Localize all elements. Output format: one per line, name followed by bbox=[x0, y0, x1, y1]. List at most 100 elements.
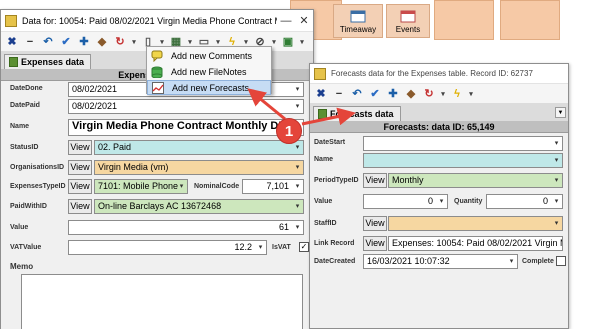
chevron-down-icon[interactable]: ▼ bbox=[555, 107, 566, 118]
minus-icon[interactable]: − bbox=[331, 86, 347, 102]
statusid-label: StatusID bbox=[10, 144, 39, 151]
menu-item-add-filenotes[interactable]: Add new FileNotes bbox=[147, 64, 271, 79]
organisations-view-button[interactable]: View bbox=[68, 160, 92, 175]
chevron-down-icon[interactable]: ▾ bbox=[467, 86, 475, 102]
linkrecord-view-button[interactable]: View bbox=[363, 236, 387, 251]
chevron-down-icon[interactable]: ▾ bbox=[292, 221, 303, 234]
status-view-button[interactable]: View bbox=[68, 140, 92, 155]
chevron-down-icon[interactable]: ▾ bbox=[292, 180, 303, 193]
chevron-down-icon[interactable]: ▾ bbox=[551, 217, 562, 230]
tab-forecasts-data[interactable]: Forecasts data bbox=[313, 106, 401, 121]
value-label: Value bbox=[10, 224, 29, 231]
expenses-titlebar[interactable]: Data for: 10054: Paid 08/02/2021 Virgin … bbox=[1, 10, 313, 32]
timeaway-button[interactable]: Timeaway bbox=[333, 4, 383, 38]
forecast-name-field[interactable]: ▾ bbox=[363, 153, 563, 168]
forecast-value-field[interactable]: 0 ▾ bbox=[363, 194, 448, 209]
app-icon bbox=[5, 14, 17, 27]
isvat-checkbox[interactable]: ✓ bbox=[299, 242, 309, 252]
periodtype-view-button[interactable]: View bbox=[363, 173, 387, 188]
nominalcode-label: NominalCode bbox=[194, 183, 240, 190]
periodtypeid-label: PeriodTypeID bbox=[314, 177, 359, 184]
undo-arrow-icon[interactable]: ↶ bbox=[40, 34, 56, 50]
events-label: Events bbox=[395, 24, 421, 34]
undo-arrow-icon[interactable]: ↶ bbox=[349, 86, 365, 102]
datedone-label: DateDone bbox=[10, 85, 43, 92]
refresh-icon[interactable]: ↻ bbox=[421, 86, 437, 102]
name-field[interactable]: Virgin Media Phone Contract Monthly DD bbox=[68, 119, 304, 136]
forecasts-tabrow: Forecasts data ▼ bbox=[310, 104, 568, 121]
chevron-down-icon[interactable]: ▾ bbox=[439, 86, 447, 102]
export-icon[interactable]: ▣ bbox=[280, 34, 296, 50]
tab-label: Expenses data bbox=[21, 57, 85, 67]
delete-icon[interactable]: ✖ bbox=[4, 34, 20, 50]
menu-item-add-forecasts[interactable]: Add new Forecasts bbox=[147, 80, 271, 95]
chevron-down-icon[interactable]: ▾ bbox=[551, 174, 562, 187]
forecasts-icon bbox=[152, 81, 164, 94]
delete-icon[interactable]: ✖ bbox=[313, 86, 329, 102]
app-icon bbox=[314, 67, 326, 80]
chevron-down-icon[interactable]: ▾ bbox=[298, 34, 306, 50]
chevron-down-icon[interactable]: ▾ bbox=[130, 34, 138, 50]
chevron-down-icon[interactable]: ▾ bbox=[551, 154, 562, 167]
save-check-icon[interactable]: ✔ bbox=[58, 34, 74, 50]
forecasts-titlebar[interactable]: Forecasts data for the Expenses table. R… bbox=[310, 64, 568, 84]
memo-textarea[interactable] bbox=[21, 274, 303, 329]
save-check-icon[interactable]: ✔ bbox=[367, 86, 383, 102]
chevron-down-icon[interactable]: ▾ bbox=[551, 195, 562, 208]
datecreated-field[interactable]: 16/03/2021 10:07:32 ▾ bbox=[363, 254, 518, 269]
chevron-down-icon[interactable]: ▾ bbox=[292, 161, 303, 174]
menu-item-add-comments[interactable]: Add new Comments bbox=[147, 48, 271, 63]
chevron-down-icon[interactable]: ▾ bbox=[176, 180, 187, 193]
refresh-icon[interactable]: ↻ bbox=[112, 34, 128, 50]
lightning-icon[interactable]: ϟ bbox=[449, 86, 465, 102]
expenses-window-title: Data for: 10054: Paid 08/02/2021 Virgin … bbox=[22, 15, 277, 26]
close-icon[interactable]: ✕ bbox=[295, 14, 313, 27]
datepaid-field[interactable]: 08/02/2021 ▾ bbox=[68, 99, 304, 114]
staff-view-button[interactable]: View bbox=[363, 216, 387, 231]
status-select[interactable]: 02. Paid ▾ bbox=[94, 140, 304, 155]
chevron-down-icon[interactable]: ▾ bbox=[506, 255, 517, 268]
eraser-icon[interactable]: ◆ bbox=[94, 34, 110, 50]
quantity-field[interactable]: 0 ▾ bbox=[486, 194, 563, 209]
chevron-down-icon[interactable]: ▾ bbox=[436, 195, 447, 208]
staff-select[interactable]: ▾ bbox=[388, 216, 563, 231]
vatvalue-field[interactable]: 12.2 ▾ bbox=[68, 240, 267, 255]
background-tile bbox=[434, 0, 494, 40]
nominalcode-field[interactable]: 7,101 ▾ bbox=[242, 179, 304, 194]
complete-checkbox[interactable] bbox=[556, 256, 566, 266]
chevron-down-icon[interactable]: ▾ bbox=[551, 137, 562, 150]
periodtype-select[interactable]: Monthly ▾ bbox=[388, 173, 563, 188]
events-icon bbox=[400, 10, 416, 22]
expensestype-select[interactable]: 7101: Mobile Phone ▾ bbox=[94, 179, 188, 194]
organisations-select[interactable]: Virgin Media (vm) ▾ bbox=[94, 160, 304, 175]
chevron-down-icon[interactable]: ▾ bbox=[292, 200, 303, 213]
organisationsid-label: OrganisationsID bbox=[10, 164, 65, 171]
datestart-field[interactable]: ▾ bbox=[363, 136, 563, 151]
forecasts-window: Forecasts data for the Expenses table. R… bbox=[309, 63, 569, 329]
timeaway-icon bbox=[350, 10, 366, 22]
flag-icon bbox=[9, 57, 18, 67]
forecasts-header: Forecasts: data ID: 65,149 bbox=[310, 121, 568, 133]
memo-label: Memo bbox=[10, 262, 34, 271]
forecasts-form: DateStart ▾ Name ▾ PeriodTypeID View Mon… bbox=[310, 136, 568, 328]
chevron-down-icon[interactable]: ▾ bbox=[292, 83, 303, 96]
chevron-down-icon[interactable]: ▾ bbox=[292, 100, 303, 113]
filenotes-icon bbox=[151, 66, 163, 78]
forecasts-window-title: Forecasts data for the Expenses table. R… bbox=[331, 69, 533, 78]
tab-expenses-data[interactable]: Expenses data bbox=[4, 54, 92, 69]
minus-icon[interactable]: − bbox=[22, 34, 38, 50]
expensestypeid-label: ExpensesTypeID bbox=[10, 183, 66, 190]
add-icon[interactable]: ✚ bbox=[385, 86, 401, 102]
chevron-down-icon[interactable]: ▾ bbox=[255, 241, 266, 254]
value-field[interactable]: 61 ▾ bbox=[68, 220, 304, 235]
eraser-icon[interactable]: ◆ bbox=[403, 86, 419, 102]
paidwith-view-button[interactable]: View bbox=[68, 199, 92, 214]
linkrecord-field[interactable]: Expenses: 10054: Paid 08/02/2021 Virgin … bbox=[388, 236, 563, 251]
paidwith-select[interactable]: On-line Barclays AC 13672468 ▾ bbox=[94, 199, 304, 214]
events-button[interactable]: Events bbox=[386, 4, 430, 38]
forecasts-toolbar: ✖ − ↶ ✔ ✚ ◆ ↻ ▾ ϟ ▾ bbox=[310, 84, 568, 104]
add-icon[interactable]: ✚ bbox=[76, 34, 92, 50]
expensestype-view-button[interactable]: View bbox=[68, 179, 92, 194]
vatvalue-label: VATValue bbox=[10, 244, 42, 251]
minimize-icon[interactable]: — bbox=[277, 15, 295, 27]
